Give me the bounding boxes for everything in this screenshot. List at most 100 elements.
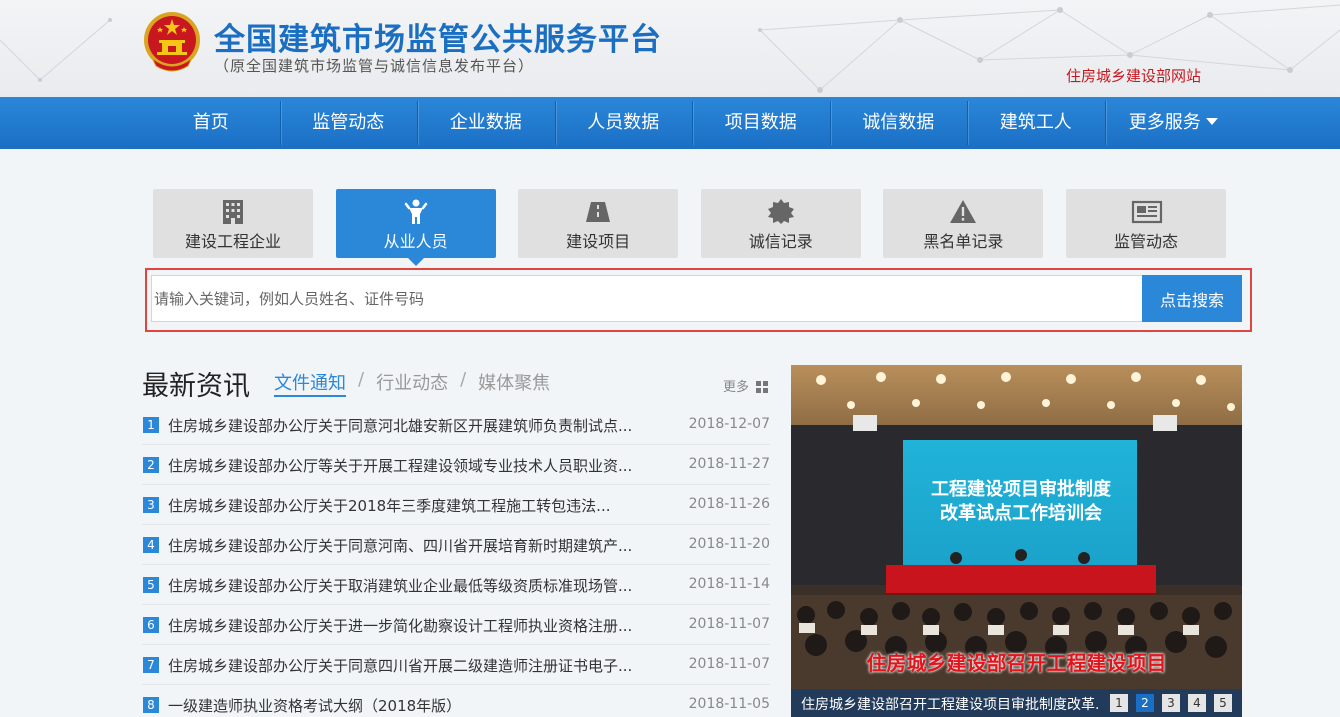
- tab-credit-records[interactable]: 诚信记录: [700, 189, 861, 258]
- tab-construction-enterprise[interactable]: 建设工程企业: [153, 189, 313, 258]
- road-icon: [586, 202, 611, 222]
- main-nav: 首页 监管动态 企业数据 人员数据 项目数据 诚信数据 建筑工人 更多服务: [0, 97, 1340, 149]
- tab-label: 建设工程企业: [184, 232, 281, 251]
- nav-label: 监管动态: [312, 112, 385, 133]
- slide-caption-link[interactable]: 住房城乡建设部召开工程建设项目审批制度改革...: [801, 694, 1101, 714]
- news-list: 1 住房城乡建设部办公厅关于同意河北雄安新区开展建筑师负责制试点... 2018…: [142, 405, 770, 717]
- item-number-badge: 4: [143, 537, 159, 553]
- slide-screen-line: 工程建设项目审批制度: [931, 479, 1111, 500]
- news-date: 2018-11-20: [688, 536, 770, 552]
- tab-label: 监管动态: [1113, 232, 1178, 251]
- news-date: 2018-11-14: [688, 576, 770, 592]
- news-tabs: 文件通知 / 行业动态 / 媒体聚焦: [274, 369, 550, 397]
- item-number-badge: 6: [143, 617, 159, 633]
- category-tabs: 建设工程企业 从业人员 建设项目 诚信记录 黑名单记录 监管动态: [153, 189, 1226, 266]
- site-title: 全国建筑市场监管公共服务平台: [214, 22, 662, 58]
- slide-dot-active[interactable]: 2: [1136, 694, 1154, 712]
- site-subtitle: （原全国建筑市场监管与诚信信息发布平台）: [214, 57, 535, 75]
- building-icon: [223, 200, 243, 224]
- nav-label: 人员数据: [587, 112, 660, 133]
- news-link[interactable]: 一级建造师执业资格考试大纲（2018年版）: [168, 695, 668, 716]
- more-label: 更多: [723, 380, 750, 395]
- nav-label: 首页: [192, 112, 229, 133]
- nav-item-credit-data[interactable]: 诚信数据: [829, 97, 968, 149]
- nav-label: 企业数据: [449, 112, 522, 133]
- slide-pagination: 1 2 3 4 5: [1102, 694, 1232, 712]
- tab-label: 从业人员: [383, 232, 448, 251]
- warning-icon: [950, 200, 977, 223]
- nav-item-home[interactable]: 首页: [142, 97, 280, 149]
- slide-dot[interactable]: 1: [1110, 694, 1128, 712]
- news-date: 2018-11-27: [688, 456, 770, 472]
- slide-caption-bar: 住房城乡建设部召开工程建设项目审批制度改革... 1 2 3 4 5: [791, 689, 1242, 717]
- site-header: 全国建筑市场监管公共服务平台 （原全国建筑市场监管与诚信信息发布平台） 住房城乡…: [0, 0, 1340, 97]
- item-number-badge: 3: [143, 497, 159, 513]
- nav-item-construction-workers[interactable]: 建筑工人: [967, 97, 1105, 149]
- tab-construction-projects[interactable]: 建设项目: [518, 189, 679, 258]
- tab-media-focus[interactable]: 媒体聚焦: [478, 369, 550, 397]
- list-item: 5 住房城乡建设部办公厅关于取消建筑业企业最低等级资质标准现场管... 2018…: [142, 565, 770, 605]
- slide-dot[interactable]: 4: [1188, 694, 1206, 712]
- tab-label: 建设项目: [566, 232, 631, 251]
- search-input[interactable]: [151, 275, 1142, 322]
- search-button[interactable]: 点击搜索: [1142, 275, 1242, 322]
- item-number-badge: 2: [143, 457, 159, 473]
- item-number-badge: 5: [143, 577, 159, 593]
- tab-label: 黑名单记录: [923, 232, 1004, 251]
- grid-icon: [756, 380, 769, 393]
- list-item: 8 一级建造师执业资格考试大纲（2018年版） 2018-11-05: [142, 685, 770, 717]
- news-date: 2018-11-05: [688, 696, 770, 712]
- seal-icon: [767, 199, 794, 224]
- item-number-badge: 8: [143, 697, 159, 713]
- tab-industry-news[interactable]: 行业动态: [376, 369, 448, 397]
- list-item: 7 住房城乡建设部办公厅关于同意四川省开展二级建造师注册证书电子... 2018…: [142, 645, 770, 685]
- news-section-title: 最新资讯: [142, 371, 250, 402]
- nav-item-supervision[interactable]: 监管动态: [279, 97, 418, 149]
- nav-label: 建筑工人: [999, 112, 1072, 133]
- news-link[interactable]: 住房城乡建设部办公厅关于取消建筑业企业最低等级资质标准现场管...: [168, 575, 668, 596]
- slide-banner-text: 住房城乡建设部召开工程建设项目: [866, 651, 1167, 675]
- news-link[interactable]: 住房城乡建设部办公厅关于同意四川省开展二级建造师注册证书电子...: [168, 655, 668, 676]
- tab-file-notices[interactable]: 文件通知: [274, 369, 346, 397]
- tab-blacklist-records[interactable]: 黑名单记录: [883, 189, 1044, 258]
- slide-screen-line: 改革试点工作培训会: [940, 503, 1102, 524]
- news-date: 2018-11-07: [688, 616, 770, 632]
- tab-supervision-news[interactable]: 监管动态: [1066, 189, 1226, 258]
- nav-label: 诚信数据: [862, 112, 935, 133]
- list-item: 6 住房城乡建设部办公厅关于进一步简化勘察设计工程师执业资格注册... 2018…: [142, 605, 770, 645]
- nav-item-personnel-data[interactable]: 人员数据: [554, 97, 693, 149]
- slide-screen-text: 工程建设项目审批制度 改革试点工作培训会: [901, 478, 1141, 526]
- tab-separator: /: [358, 369, 365, 390]
- tab-separator: /: [460, 369, 467, 390]
- news-date: 2018-11-26: [688, 496, 770, 512]
- tab-label: 诚信记录: [748, 232, 813, 251]
- nav-item-project-data[interactable]: 项目数据: [692, 97, 830, 149]
- news-link[interactable]: 住房城乡建设部办公厅关于进一步简化勘察设计工程师执业资格注册...: [168, 615, 668, 636]
- news-date: 2018-12-07: [688, 416, 770, 432]
- item-number-badge: 7: [143, 657, 159, 673]
- mohurd-website-link[interactable]: 住房城乡建设部网站: [1066, 65, 1201, 86]
- slide-dot[interactable]: 5: [1214, 694, 1232, 712]
- tab-practitioners[interactable]: 从业人员: [335, 189, 496, 266]
- slide-dot[interactable]: 3: [1162, 694, 1180, 712]
- list-item: 4 住房城乡建设部办公厅关于同意河南、四川省开展培育新时期建筑产... 2018…: [142, 525, 770, 565]
- caret-down-icon: [1205, 117, 1218, 125]
- news-date: 2018-11-07: [688, 656, 770, 672]
- national-emblem-icon: [144, 12, 200, 72]
- news-link[interactable]: 住房城乡建设部办公厅关于同意河南、四川省开展培育新时期建筑产...: [168, 535, 668, 556]
- nav-item-enterprise-data[interactable]: 企业数据: [417, 97, 555, 149]
- item-number-badge: 1: [143, 417, 159, 433]
- list-item: 1 住房城乡建设部办公厅关于同意河北雄安新区开展建筑师负责制试点... 2018…: [142, 405, 770, 445]
- person-icon: [404, 199, 427, 224]
- list-item: 2 住房城乡建设部办公厅等关于开展工程建设领域专业技术人员职业资... 2018…: [142, 445, 770, 485]
- photo-slider[interactable]: 工程建设项目审批制度 改革试点工作培训会 住房城乡建设部召开工程建设项目 住房城…: [791, 365, 1242, 717]
- news-link[interactable]: 住房城乡建设部办公厅关于同意河北雄安新区开展建筑师负责制试点...: [168, 415, 668, 436]
- nav-label: 更多服务: [1128, 112, 1201, 133]
- news-link[interactable]: 住房城乡建设部办公厅等关于开展工程建设领域专业技术人员职业资...: [168, 455, 668, 476]
- nav-item-more-services[interactable]: 更多服务: [1104, 97, 1243, 149]
- more-news-link[interactable]: 更多: [723, 376, 769, 395]
- newspaper-icon: [1131, 200, 1163, 224]
- nav-label: 项目数据: [724, 112, 797, 133]
- list-item: 3 住房城乡建设部办公厅关于2018年三季度建筑工程施工转包违法... 2018…: [142, 485, 770, 525]
- news-link[interactable]: 住房城乡建设部办公厅关于2018年三季度建筑工程施工转包违法...: [168, 495, 668, 516]
